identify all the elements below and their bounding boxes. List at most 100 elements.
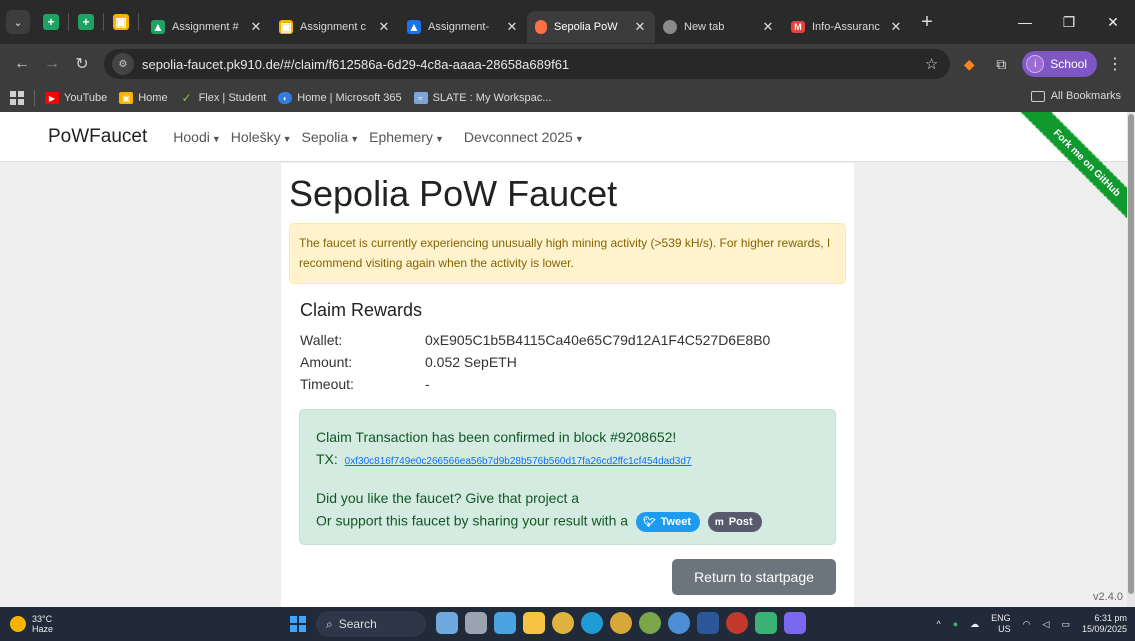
scrollbar-thumb[interactable]	[1128, 114, 1134, 594]
nav-devconnect[interactable]: Devconnect 2025 ▼	[464, 129, 584, 145]
close-window-icon[interactable]: ✕	[1091, 0, 1135, 44]
browser-toolbar: ← → ↻ ⚙ sepolia-faucet.pk910.de/#/claim/…	[0, 44, 1135, 84]
caret-down-icon: ▼	[434, 133, 444, 144]
metamask-extension-icon[interactable]: ◆	[956, 51, 982, 77]
site-brand[interactable]: PoWFaucet	[48, 126, 147, 148]
pinned-tab-sheets-1[interactable]: +	[38, 7, 64, 37]
pinned-tab-sheets-2[interactable]: +	[73, 7, 99, 37]
new-tab-button[interactable]: +	[913, 8, 941, 36]
office-icon[interactable]	[755, 612, 777, 634]
temperature: 33°C	[32, 614, 53, 624]
time-text: 6:31 pm	[1094, 613, 1127, 623]
chevron-up-icon[interactable]: ^	[936, 619, 940, 629]
file-explorer-icon[interactable]	[523, 612, 545, 634]
return-to-startpage-button[interactable]: Return to startpage	[672, 559, 836, 595]
minimize-icon[interactable]: —	[1003, 0, 1047, 44]
vpn-icon[interactable]	[784, 612, 806, 634]
bookmark-microsoft-365[interactable]: ◐ Home | Microsoft 365	[278, 92, 402, 104]
bookmark-youtube[interactable]: ▶ YouTube	[45, 92, 107, 104]
caret-down-icon: ▼	[350, 133, 360, 144]
close-icon[interactable]: ✕	[761, 19, 775, 35]
chrome-profile-icon-3[interactable]	[668, 612, 690, 634]
like-text: Did you like the faucet? Give that proje…	[316, 490, 580, 506]
nav-sepolia[interactable]: Sepolia ▼	[302, 129, 360, 145]
tx-label: TX:	[316, 451, 338, 467]
nav-ephemery[interactable]: Ephemery ▼	[369, 129, 444, 145]
folder-icon	[1030, 90, 1045, 102]
windows-start-icon[interactable]	[290, 616, 306, 632]
wallet-value: 0xE905C1b5B4115Ca40e65C79d12A1F4C527D6E8…	[425, 332, 771, 348]
url-text[interactable]: sepolia-faucet.pk910.de/#/claim/f612586a…	[142, 57, 925, 72]
all-bookmarks[interactable]: All Bookmarks	[1030, 90, 1121, 102]
close-icon[interactable]: ✕	[633, 19, 647, 35]
nav-holesky[interactable]: Holešky ▼	[231, 129, 292, 145]
nav-label: Holešky	[230, 128, 281, 145]
back-arrow-icon[interactable]: ←	[8, 50, 36, 78]
faucet-card: Sepolia PoW Faucet The faucet is current…	[281, 163, 854, 607]
bookmark-label: SLATE : My Workspac...	[432, 92, 552, 104]
task-view-icon[interactable]	[465, 612, 487, 634]
copilot-icon[interactable]	[494, 612, 516, 634]
tweet-button[interactable]: 🐦︎ Tweet	[635, 512, 700, 532]
pinned-tab-classroom[interactable]: ▣	[108, 7, 134, 37]
taskbar-search[interactable]: ⌕ Search	[316, 611, 426, 637]
lang-text: ENG	[991, 613, 1011, 623]
bookmark-slate[interactable]: ≈ SLATE : My Workspac...	[413, 92, 552, 104]
tab-new-tab[interactable]: New tab ✕	[655, 11, 783, 43]
fork-me-on-github-link[interactable]: Fork me on GitHub	[1001, 112, 1127, 249]
bookmark-home[interactable]: ▣ Home	[119, 92, 168, 104]
taskbar-apps	[436, 612, 813, 634]
tab-search-icon[interactable]: ⌄	[6, 10, 30, 34]
bookmarks-bar: ▶ YouTube ▣ Home ✓ Flex | Student ◐ Home | M…	[0, 84, 1135, 112]
tab-assignment-2[interactable]: ▣ Assignment c ✕	[271, 11, 399, 43]
tab-sepolia-faucet[interactable]: Sepolia PoW ✕	[527, 11, 655, 43]
close-icon[interactable]: ✕	[249, 19, 263, 35]
page-scrollbar[interactable]	[1127, 112, 1135, 607]
chrome-profile-icon-2[interactable]	[639, 612, 661, 634]
restore-icon[interactable]: ❐	[1047, 0, 1091, 44]
volume-icon[interactable]: ◁	[1043, 619, 1050, 630]
flex-check-icon: ✓	[181, 91, 192, 105]
profile-avatar: i	[1026, 55, 1045, 73]
nav-hoodi[interactable]: Hoodi ▼	[173, 129, 221, 145]
profile-button[interactable]: i School	[1022, 51, 1097, 77]
onedrive-icon[interactable]: ☁	[970, 619, 979, 630]
chrome-profile-icon-4[interactable]	[726, 612, 748, 634]
weather-widget[interactable]: 33°C Haze	[10, 614, 53, 634]
wifi-icon[interactable]: ◠	[1023, 619, 1031, 630]
tab-strip: ⌄ + + ▣ ▲ Assignment # ✕ ▣ Assignment c …	[0, 0, 1135, 44]
tab-separator	[138, 13, 139, 31]
site-info-icon[interactable]: ⚙	[112, 53, 134, 75]
chrome-app-icon[interactable]	[552, 612, 574, 634]
tab-info-assurance[interactable]: M Info-Assuranc ✕	[783, 11, 911, 43]
forward-arrow-icon[interactable]: →	[38, 50, 66, 78]
windows-taskbar: 33°C Haze ⌕ Search ^ ● ☁ ENG US ◠ ◁ ▭ 6:…	[0, 607, 1135, 641]
microsoft-365-icon: ◐	[278, 92, 293, 104]
more-menu-icon[interactable]: ⋮	[1103, 54, 1127, 74]
tx-hash-link[interactable]: 0xf30c816f749e0c266566ea56b7d9b28b576b56…	[345, 456, 692, 467]
tab-title: Sepolia PoW	[554, 21, 618, 33]
reload-icon[interactable]: ↻	[68, 50, 96, 78]
tab-title: Info-Assuranc	[812, 21, 880, 33]
word-icon[interactable]	[697, 612, 719, 634]
tab-assignment-1[interactable]: ▲ Assignment # ✕	[143, 11, 271, 43]
chrome-profile-icon[interactable]	[610, 612, 632, 634]
extensions-puzzle-icon[interactable]: ⧉	[988, 51, 1014, 77]
bookmark-star-icon[interactable]: ☆	[925, 55, 938, 73]
tab-assignment-3[interactable]: ▲ Assignment- ✕	[399, 11, 527, 43]
tray-app-icon[interactable]: ●	[953, 619, 958, 629]
close-icon[interactable]: ✕	[889, 19, 903, 35]
tab-title: Assignment c	[300, 21, 367, 33]
address-bar[interactable]: ⚙ sepolia-faucet.pk910.de/#/claim/f61258…	[104, 49, 951, 79]
clock[interactable]: 6:31 pm 15/09/2025	[1082, 613, 1127, 635]
close-icon[interactable]: ✕	[505, 19, 519, 35]
close-icon[interactable]: ✕	[377, 19, 391, 35]
post-label: Post	[728, 516, 753, 528]
mastodon-post-button[interactable]: m Post	[707, 512, 762, 532]
bookmark-flex-student[interactable]: ✓ Flex | Student	[180, 91, 267, 105]
language-indicator[interactable]: ENG US	[991, 613, 1011, 635]
edge-icon[interactable]	[581, 612, 603, 634]
battery-icon[interactable]: ▭	[1061, 619, 1070, 630]
widgets-icon[interactable]	[436, 612, 458, 634]
apps-grid-icon[interactable]	[10, 91, 24, 105]
